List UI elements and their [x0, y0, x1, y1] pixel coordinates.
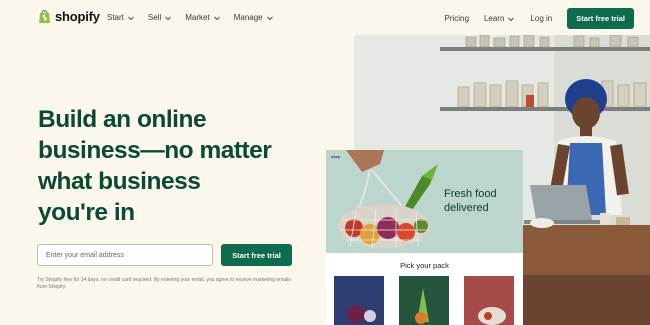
- pricing-link[interactable]: Pricing: [445, 14, 469, 23]
- menu-learn-label: Learn: [483, 14, 505, 23]
- logo-wordmark: shopify: [55, 9, 100, 24]
- chevron-down-icon: [213, 16, 220, 20]
- store-logo: oxxy: [331, 154, 341, 159]
- chevron-down-icon: [165, 16, 172, 20]
- menu-market-label: Market: [185, 13, 210, 22]
- store-preview: oxxy Fresh food delivered Pick your pack: [326, 150, 523, 325]
- shopify-logo[interactable]: shopify: [38, 9, 100, 24]
- pack-thumbnail-2[interactable]: [399, 276, 449, 325]
- hero-headline: Build an online business—no matter what …: [38, 106, 272, 226]
- shopping-bag-icon: [39, 10, 50, 23]
- menu-manage-label: Manage: [233, 13, 263, 22]
- email-placeholder: Enter your email address: [46, 251, 124, 259]
- menu-market[interactable]: Market: [185, 13, 220, 22]
- nav-right: Pricing Learn Log in Start free trial: [445, 8, 634, 29]
- menu-start[interactable]: Start: [107, 13, 135, 22]
- produce-bag-photo: [464, 276, 514, 325]
- store-hero-banner: oxxy Fresh food delivered: [326, 150, 523, 253]
- pick-your-pack-heading: Pick your pack: [400, 261, 449, 270]
- nav-start-trial-button[interactable]: Start free trial: [567, 8, 634, 29]
- pack-thumbnail-1[interactable]: [334, 276, 384, 325]
- menu-sell[interactable]: Sell: [148, 13, 172, 22]
- login-link[interactable]: Log in: [530, 14, 552, 23]
- hero-start-trial-button[interactable]: Start free trial: [221, 244, 292, 266]
- chevron-down-icon: [266, 16, 273, 20]
- menu-start-label: Start: [107, 13, 124, 22]
- menu-learn[interactable]: Learn: [484, 14, 515, 23]
- red-onion-photo: [334, 276, 384, 325]
- store-tagline: Fresh food delivered: [444, 188, 497, 214]
- top-nav: shopify Start Sell Market Manage Pricing…: [0, 0, 650, 35]
- email-input[interactable]: Enter your email address: [37, 244, 213, 266]
- main-menu: Start Sell Market Manage: [107, 13, 274, 22]
- chevron-down-icon: [508, 17, 515, 21]
- trial-disclaimer: Try Shopify free for 14 days, no credit …: [37, 277, 291, 290]
- menu-manage[interactable]: Manage: [234, 13, 274, 22]
- pack-thumbnail-3[interactable]: [464, 276, 514, 325]
- greens-photo: [399, 276, 449, 325]
- menu-sell-label: Sell: [147, 13, 162, 22]
- chevron-down-icon: [128, 16, 134, 20]
